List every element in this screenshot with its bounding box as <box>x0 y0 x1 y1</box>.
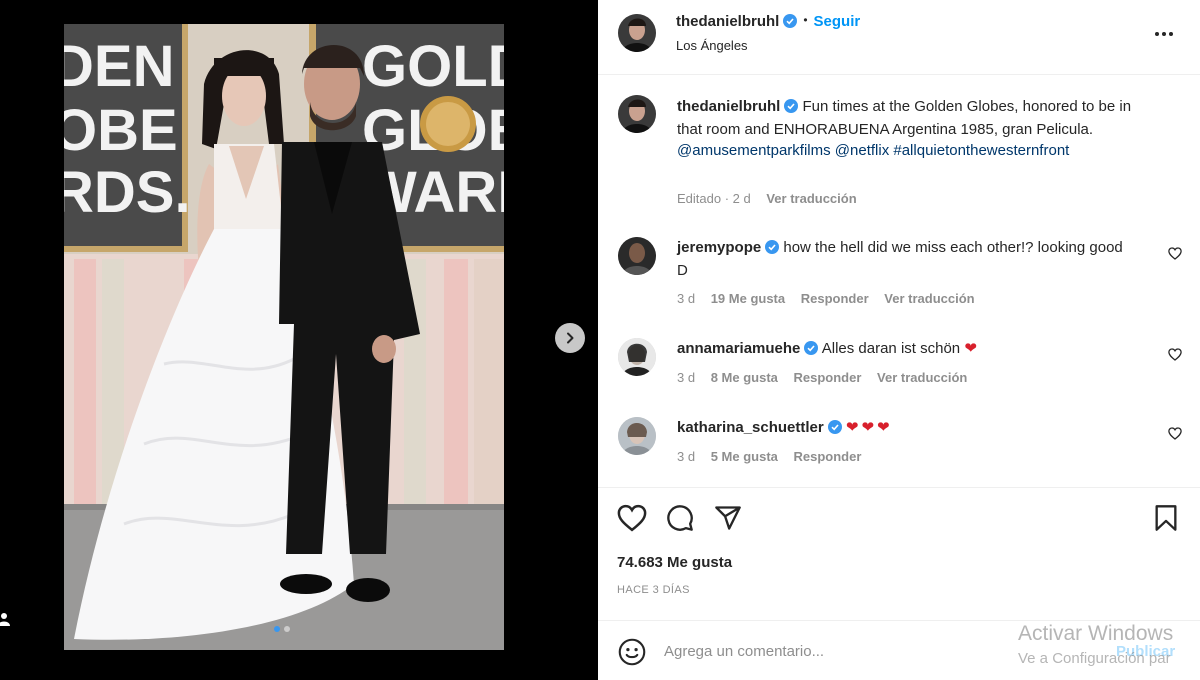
share-icon <box>715 506 741 530</box>
share-button[interactable] <box>714 504 742 537</box>
reply-button[interactable]: Responder <box>794 370 862 385</box>
caption-meta: Editado · 2 d Ver traducción <box>677 191 869 206</box>
author-username[interactable]: thedanielbruhl <box>676 13 779 30</box>
heart-icon <box>1168 427 1182 440</box>
likes-count[interactable]: 74.683 Me gusta <box>617 554 732 571</box>
reply-button[interactable]: Responder <box>794 449 862 464</box>
verified-icon <box>827 419 842 440</box>
emoji-button[interactable] <box>618 638 646 671</box>
author-avatar[interactable] <box>618 14 656 52</box>
post-date: HACE 3 DÍAS <box>617 584 690 596</box>
carousel-dot <box>284 626 290 632</box>
next-slide-button[interactable] <box>555 323 585 353</box>
backdrop-text-right-1: GOLDE <box>362 34 504 99</box>
separator-bullet: • <box>803 13 808 27</box>
caption-translate-link[interactable]: Ver traducción <box>766 191 856 206</box>
chevron-right-icon <box>567 332 574 344</box>
commenter-avatar-katharina_schuettler[interactable] <box>618 417 656 455</box>
translate-link[interactable]: Ver traducción <box>884 291 974 306</box>
comment-meta: 3 d 8 Me gusta Responder Ver traducción <box>677 370 979 385</box>
add-comment-bar: Agrega un comentario... Publicar <box>598 620 1200 680</box>
caption-username[interactable]: thedanielbruhl <box>677 98 780 115</box>
commenter-username[interactable]: jeremypope <box>677 239 761 256</box>
comment-text: Alles daran ist schön <box>821 340 961 357</box>
heart-icon <box>617 504 647 532</box>
more-icon <box>1155 32 1173 36</box>
carousel-dot-active <box>274 626 280 632</box>
comment-likes[interactable]: 5 Me gusta <box>711 449 778 464</box>
mention-netflix[interactable]: @netflix <box>835 142 889 159</box>
follow-button[interactable]: Seguir <box>814 13 861 30</box>
heart-emojis: ❤❤❤ <box>845 419 893 436</box>
comment-time: 3 d <box>677 449 696 464</box>
comment-likes[interactable]: 8 Me gusta <box>711 370 778 385</box>
post-header: thedanielbruhl • Seguir Los Ángeles <box>598 0 1200 75</box>
carousel-indicator <box>274 626 290 632</box>
commenter-username[interactable]: katharina_schuettler <box>677 419 824 436</box>
comment-likes[interactable]: 19 Me gusta <box>711 291 785 306</box>
verified-icon <box>784 98 799 119</box>
comment-meta: 3 d 5 Me gusta Responder <box>677 449 873 464</box>
verified-icon <box>783 14 798 33</box>
comment-input[interactable]: Agrega un comentario... <box>664 643 824 660</box>
like-comment-button[interactable] <box>1168 427 1182 445</box>
backdrop-text-left-3: RDS. <box>64 160 191 225</box>
backdrop-text-left-1: DEN <box>64 34 174 99</box>
user-icon[interactable] <box>0 612 12 633</box>
verified-icon <box>804 340 819 361</box>
commenter-username[interactable]: annamariamuehe <box>677 340 800 357</box>
caption-text-block: thedanielbruhl Fun times at the Golden G… <box>677 96 1152 161</box>
comment-text-block: annamariamuehe Alles daran ist schön ❤ <box>677 338 1152 361</box>
like-comment-button[interactable] <box>1168 247 1182 265</box>
comment-time: 3 d <box>677 370 696 385</box>
more-options-button[interactable] <box>1154 24 1174 49</box>
like-button[interactable] <box>617 504 647 537</box>
comment-meta: 3 d 19 Me gusta Responder Ver traducción <box>677 291 987 306</box>
red-carpet-photo: DEN OBE RDS. GOLDE GLOB WARD <box>64 24 504 650</box>
bookmark-icon <box>1155 505 1177 531</box>
reply-button[interactable]: Responder <box>801 291 869 306</box>
post-details-panel: thedanielbruhl • Seguir Los Ángeles thedan… <box>598 0 1200 680</box>
comment-time: 3 d <box>677 291 696 306</box>
actions-divider <box>598 487 1200 488</box>
comment-text-block: jeremypope how the hell did we miss each… <box>677 237 1137 281</box>
comment-icon <box>667 505 693 531</box>
commenter-avatar-annamariamuehe[interactable] <box>618 338 656 376</box>
commenter-avatar-jeremypope[interactable] <box>618 237 656 275</box>
caption-avatar[interactable] <box>618 95 656 133</box>
comment-text-block: katharina_schuettler ❤❤❤ <box>677 417 1152 440</box>
mention-amusementparkfilms[interactable]: @amusementparkfilms <box>677 142 831 159</box>
emoji-icon <box>618 638 646 666</box>
post-photo[interactable]: DEN OBE RDS. GOLDE GLOB WARD <box>64 24 504 650</box>
save-button[interactable] <box>1154 504 1178 537</box>
heart-icon <box>1168 247 1182 260</box>
media-viewer: DEN OBE RDS. GOLDE GLOB WARD <box>0 0 598 680</box>
caption-edited-time: Editado · 2 d <box>677 191 751 206</box>
heart-icon <box>1168 348 1182 361</box>
heart-emoji: ❤ <box>964 340 977 357</box>
like-comment-button[interactable] <box>1168 348 1182 366</box>
post-location[interactable]: Los Ángeles <box>676 38 748 53</box>
translate-link[interactable]: Ver traducción <box>877 370 967 385</box>
hashtag-link[interactable]: #allquietonthewesternfront <box>893 142 1069 159</box>
verified-icon <box>765 239 780 260</box>
publish-button[interactable]: Publicar <box>1116 643 1175 660</box>
comment-button[interactable] <box>666 504 694 537</box>
backdrop-text-left-2: OBE <box>64 98 178 163</box>
